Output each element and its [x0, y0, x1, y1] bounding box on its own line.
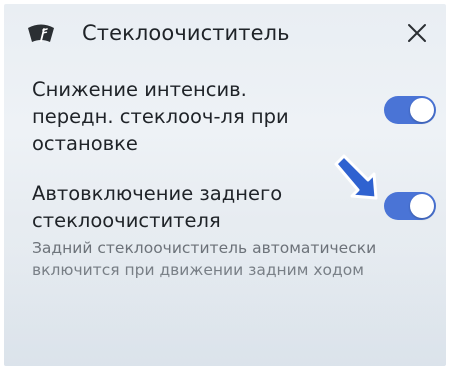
- front-wiper-reduce-toggle[interactable]: [384, 96, 436, 124]
- setting-label-line: стеклоочистителя: [32, 209, 221, 232]
- toggle-knob: [410, 98, 434, 122]
- wiper-settings-panel: Стеклоочиститель Снижение интенсив. пере…: [4, 4, 446, 366]
- setting-label-line: передн. стеклооч-ля при: [32, 105, 289, 128]
- setting-label-line: Снижение интенсив.: [32, 78, 247, 101]
- panel-header: Стеклоочиститель: [4, 4, 446, 62]
- setting-label-line: остановке: [32, 132, 138, 155]
- pointer-arrow-icon: [330, 150, 386, 206]
- rear-wiper-auto-toggle[interactable]: [384, 192, 436, 220]
- close-icon: [408, 24, 426, 42]
- panel-title: Стеклоочиститель: [82, 21, 290, 45]
- toggle-knob: [410, 194, 434, 218]
- setting-description-line: Задний стеклоочиститель автоматически: [32, 239, 377, 257]
- setting-description-line: включится при движении задним ходом: [32, 261, 364, 279]
- windshield-wiper-icon: [26, 22, 56, 44]
- setting-label-line: Автовключение заднего: [32, 182, 283, 205]
- close-button[interactable]: [402, 18, 432, 48]
